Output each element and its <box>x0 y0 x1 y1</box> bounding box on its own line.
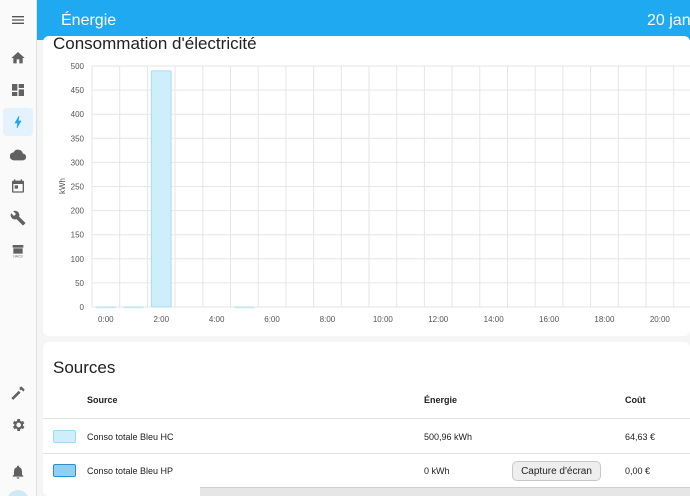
y-tick-label: 450 <box>71 86 85 95</box>
source-energy: 0 kWh <box>424 466 450 476</box>
date-picker-label[interactable]: 20 janv <box>647 12 690 30</box>
sidebar-item-home[interactable] <box>3 44 33 72</box>
y-tick-label: 150 <box>71 231 85 240</box>
sidebar-item-hacs[interactable]: HACS <box>3 237 33 265</box>
x-tick-label: 8:00 <box>320 315 336 324</box>
energy-chart: 0 50 100 150 200 250 300 350 400 450 500 0:00 2:00 4… <box>58 62 690 324</box>
calendar-icon <box>12 179 24 193</box>
chart-grid <box>91 65 690 308</box>
source-name: Conso totale Bleu HC <box>87 432 174 442</box>
column-header-energy: Énergie <box>424 395 458 405</box>
sidebar-item-notifications[interactable] <box>3 458 33 486</box>
dashboard-icon <box>12 84 24 96</box>
bar-2-00[interactable] <box>150 70 172 308</box>
row-divider <box>43 418 690 419</box>
x-tick-label: 20:00 <box>650 315 671 324</box>
avatar[interactable] <box>7 490 29 496</box>
y-tick-label: 250 <box>71 183 85 192</box>
menu-button[interactable] <box>3 6 33 34</box>
source-color-swatch <box>53 464 76 477</box>
sidebar: HACS <box>0 0 37 496</box>
bottom-overlay <box>200 487 690 496</box>
source-cost: 64,63 € <box>625 432 656 442</box>
page-title: Énergie <box>61 12 117 29</box>
sidebar-item-settings[interactable] <box>3 411 33 439</box>
tooltip: Capture d'écran <box>512 461 601 481</box>
sidebar-item-energy[interactable] <box>3 108 33 136</box>
menu-icon <box>12 16 24 24</box>
sidebar-item-developer-tools[interactable] <box>3 379 33 407</box>
x-tick-label: 16:00 <box>539 315 560 324</box>
wrench-icon <box>10 210 26 226</box>
x-tick-label: 2:00 <box>153 315 169 324</box>
x-tick-label: 0:00 <box>98 315 114 324</box>
source-name: Conso totale Bleu HP <box>87 466 174 476</box>
sources-title: Sources <box>53 358 116 377</box>
y-tick-label: 500 <box>71 62 85 71</box>
bar-0-00[interactable] <box>95 306 117 309</box>
chart-title: Consommation d'électricité <box>53 36 257 53</box>
y-tick-label: 200 <box>71 207 85 216</box>
sidebar-item-weather[interactable] <box>3 141 33 169</box>
x-tick-label: 14:00 <box>484 315 505 324</box>
x-tick-label: 6:00 <box>264 315 280 324</box>
column-header-source: Source <box>87 395 118 405</box>
y-tick-label: 300 <box>71 158 85 167</box>
home-icon <box>11 52 25 64</box>
x-axis-ticks: 0:00 2:00 4:00 6:00 8:00 10:00 12:00 14:00 16:00… <box>98 315 670 324</box>
source-color-swatch <box>53 430 76 443</box>
source-cost: 0,00 € <box>625 466 651 476</box>
y-axis-label: kWh <box>58 178 67 194</box>
y-tick-label: 350 <box>71 134 85 143</box>
x-tick-label: 4:00 <box>209 315 225 324</box>
column-header-cost: Coût <box>625 395 646 405</box>
gear-icon <box>12 419 25 431</box>
top-app-bar: Énergie 20 janv <box>37 0 690 40</box>
sidebar-item-tools[interactable] <box>3 204 33 232</box>
lightning-icon <box>14 116 22 128</box>
bell-icon <box>12 465 24 479</box>
y-tick-label: 400 <box>71 110 85 119</box>
sidebar-item-calendar[interactable] <box>3 172 33 200</box>
y-axis-ticks: 0 50 100 150 200 250 300 350 400 450 500 <box>71 62 85 312</box>
row-divider <box>43 453 690 454</box>
y-tick-label: 50 <box>75 279 84 288</box>
y-tick-label: 0 <box>80 303 85 312</box>
cloud-icon <box>10 149 26 161</box>
energy-usage-card: 0 50 100 150 200 250 300 350 400 450 500 0:00 2:00 4… <box>43 36 690 336</box>
hacs-label: HACS <box>13 255 23 259</box>
sidebar-item-dashboard[interactable] <box>3 76 33 104</box>
y-tick-label: 100 <box>71 255 85 264</box>
x-tick-label: 18:00 <box>594 315 615 324</box>
source-energy: 500,96 kWh <box>424 432 473 442</box>
hacs-icon: HACS <box>12 245 23 259</box>
bar-5-00[interactable] <box>234 306 255 309</box>
hammer-icon <box>11 386 25 400</box>
x-tick-label: 10:00 <box>373 315 394 324</box>
x-tick-label: 12:00 <box>428 315 449 324</box>
bar-1-00[interactable] <box>123 306 144 309</box>
